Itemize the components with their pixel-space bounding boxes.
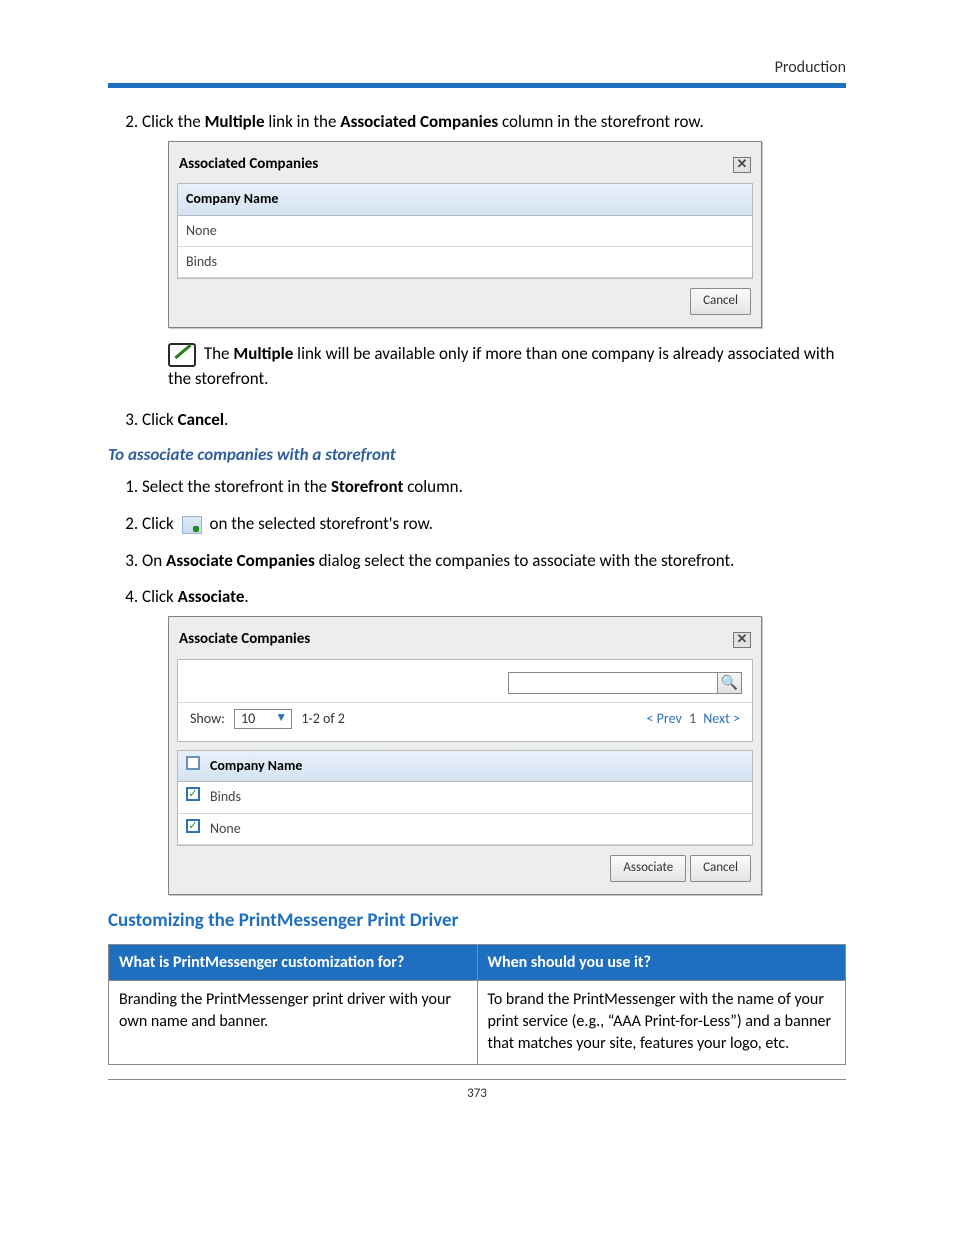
dialog-associate-companies: Associate Companies ✕ 🔍 Show: 10▼ [168,616,762,895]
step-2: Click the Multiple link in the Associate… [142,110,846,392]
assoc-step-2: Click on the selected storefront's row. [142,512,846,537]
footer-divider [108,1079,846,1080]
note: The Multiple link will be available only… [168,342,846,392]
show-dropdown[interactable]: 10▼ [234,709,292,729]
header-section: Production [108,58,846,77]
table-row: ✓ Binds [178,782,752,813]
row-checkbox[interactable]: ✓ [186,819,200,833]
section-heading: Customizing the PrintMessenger Print Dri… [108,909,846,932]
dialog1-header: Company Name [178,184,752,215]
table-cell-what: Branding the PrintMessenger print driver… [109,980,478,1064]
dialog2-title: Associate Companies [179,629,310,651]
table-row: Binds [178,247,752,278]
associate-button[interactable]: Associate [610,855,686,882]
subheading-associate: To associate companies with a storefront [108,444,846,465]
page-number-footer: 373 [108,1086,846,1101]
table-header-when: When should you use it? [477,944,846,980]
assoc-step-4: Click Associate. Associate Companies ✕ 🔍… [142,585,846,894]
page-number: 1 [689,710,696,727]
close-icon[interactable]: ✕ [733,157,751,173]
pagination: < Prev 1 Next > [647,709,740,729]
table-row: ✓ None [178,814,752,845]
search-input[interactable] [508,672,718,694]
show-control: Show: 10▼ 1-2 of 2 [190,709,345,729]
search-icon[interactable]: 🔍 [718,672,742,694]
table-header-what: What is PrintMessenger customization for… [109,944,478,980]
dialog1-title: Associated Companies [179,154,318,176]
table-row: None [178,216,752,247]
assoc-step-1: Select the storefront in the Storefront … [142,475,846,500]
edit-row-icon [182,516,202,534]
prev-link[interactable]: < Prev [647,710,682,727]
next-link[interactable]: Next > [703,710,740,727]
note-icon [168,343,196,367]
dialog2-header: Company Name [210,756,302,776]
cancel-button[interactable]: Cancel [690,288,751,315]
info-table: What is PrintMessenger customization for… [108,944,846,1065]
assoc-step-3: On Associate Companies dialog select the… [142,549,846,574]
table-cell-when: To brand the PrintMessenger with the nam… [477,980,846,1064]
cancel-button[interactable]: Cancel [690,855,751,882]
step-3: Click Cancel. [142,408,846,433]
header-divider [108,83,846,88]
close-icon[interactable]: ✕ [733,632,751,648]
row-checkbox[interactable]: ✓ [186,787,200,801]
chevron-down-icon: ▼ [275,710,287,727]
select-all-checkbox[interactable] [186,756,200,770]
dialog-associated-companies: Associated Companies ✕ Company Name None… [168,141,762,328]
